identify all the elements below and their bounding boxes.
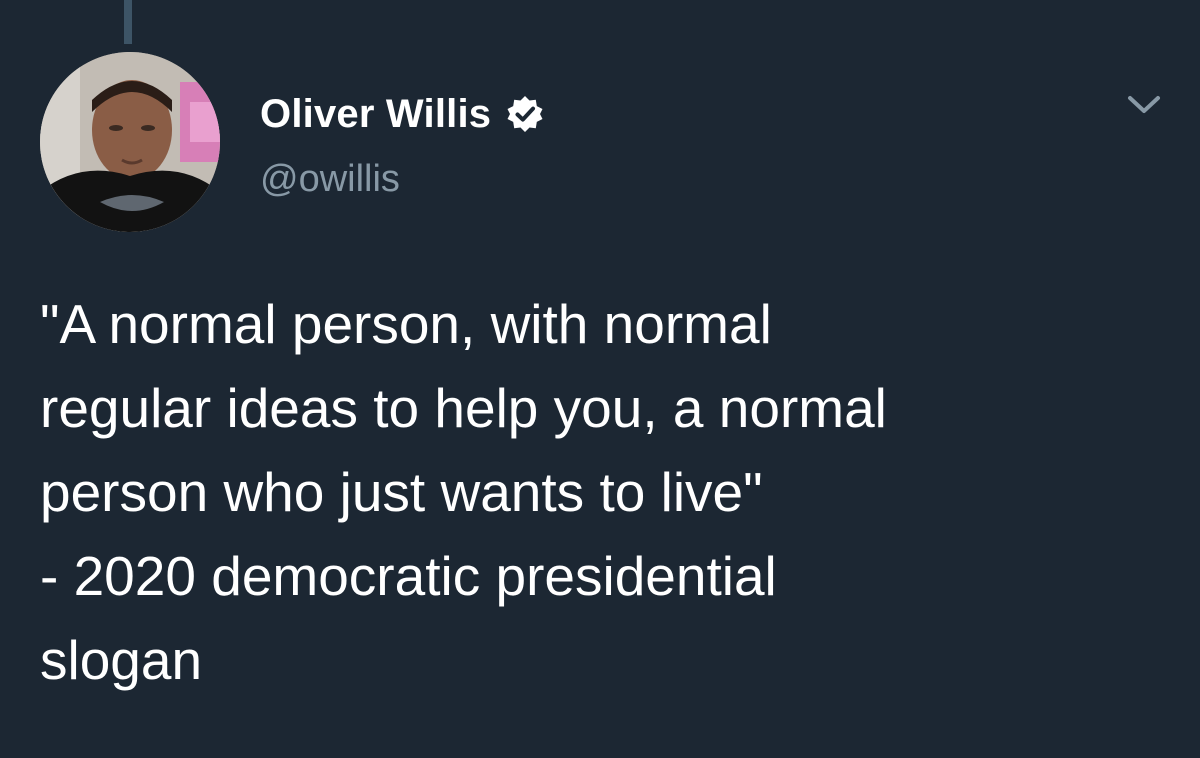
tweet-text-line: person who just wants to live" (40, 461, 763, 523)
tweet-text-line: slogan (40, 629, 203, 691)
profile-photo (40, 52, 220, 232)
tweet-text-line: - 2020 democratic presidential (40, 545, 777, 607)
author-display-name[interactable]: Oliver Willis (260, 92, 491, 137)
thread-connector-line (124, 0, 132, 44)
author-handle[interactable]: @owillis (260, 158, 400, 201)
verified-badge-icon (505, 94, 545, 134)
tweet-text: "A normal person, with normal regular id… (40, 282, 1180, 702)
tweet-text-line: regular ideas to help you, a normal (40, 377, 887, 439)
avatar[interactable] (40, 52, 220, 232)
tweet-text-line: "A normal person, with normal (40, 293, 772, 355)
chevron-down-icon[interactable] (1122, 82, 1166, 126)
author-name-row: Oliver Willis (260, 88, 545, 140)
